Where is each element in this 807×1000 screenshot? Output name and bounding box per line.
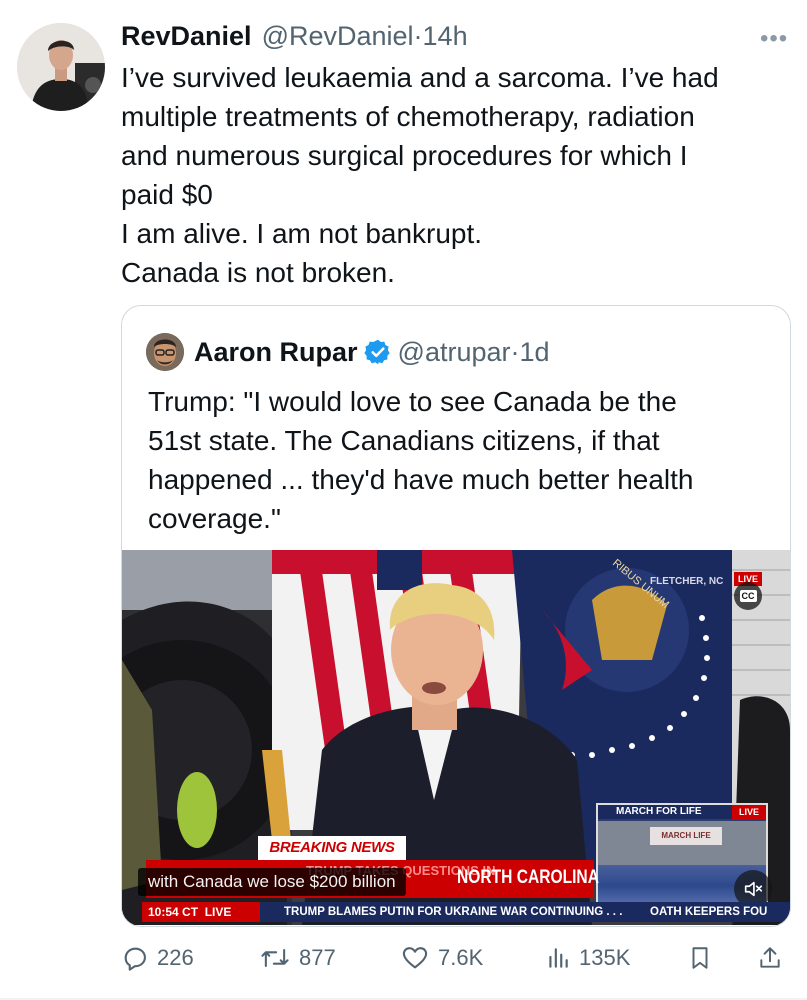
tweet-header: RevDaniel @RevDaniel·14h <box>121 18 468 54</box>
quoted-text-line: 51st state. The Canadians citizens, if t… <box>148 425 660 456</box>
author-handle[interactable]: @RevDaniel·14h <box>262 21 468 52</box>
share-button[interactable] <box>757 938 791 978</box>
quoted-tweet-header: Aaron Rupar @atrupar·1d <box>146 332 550 372</box>
reply-icon <box>124 947 146 971</box>
pip-live-badge: LIVE <box>732 805 766 819</box>
breaking-news-label: BREAKING NEWS <box>258 836 406 860</box>
repost-count: 877 <box>299 945 336 970</box>
share-icon <box>760 947 780 968</box>
tweet: RevDaniel @RevDaniel·14h ••• I’ve surviv… <box>0 0 807 1000</box>
quoted-text-line: Trump: "I would love to see Canada be th… <box>148 386 677 417</box>
tweet-actions: 226 877 7.6K 135K <box>121 938 791 978</box>
bar-chart-icon <box>549 948 568 968</box>
author-avatar[interactable] <box>17 23 105 111</box>
heart-icon <box>402 947 428 969</box>
cc-icon: CC <box>739 590 757 602</box>
like-button[interactable]: 7.6K <box>400 938 483 978</box>
views-button[interactable]: 135K <box>545 938 630 978</box>
tweet-text-line: I am alive. I am not bankrupt. <box>121 218 483 249</box>
tweet-text: I’ve survived leukaemia and a sarcoma. I… <box>121 58 791 292</box>
quoted-text-line: happened ... they'd have much better hea… <box>148 464 694 495</box>
tweet-text-line: I’ve survived leukaemia and a sarcoma. I… <box>121 62 719 93</box>
time-live-label: 10:54 CT LIVE <box>142 902 260 922</box>
closed-captions-button[interactable]: CC <box>734 582 762 610</box>
bookmark-icon <box>692 947 708 969</box>
speaker-mute-icon <box>744 881 763 897</box>
ticker-right-text: OATH KEEPERS FOU <box>650 906 768 918</box>
ticker-bar: 10:54 CT LIVE TRUMP BLAMES PUTIN FOR UKR… <box>142 902 790 922</box>
view-count: 135K <box>579 945 631 970</box>
repost-icon <box>261 948 289 968</box>
headline-main: NORTH CAROLINA <box>457 867 599 888</box>
video-player[interactable]: RIBUS UNUM FLETCHER, NC LIVE CC MARCH FO… <box>122 550 790 925</box>
quoted-tweet[interactable]: Aaron Rupar @atrupar·1d Trump: "I would … <box>121 305 791 927</box>
pip-sign: MARCH LIFE <box>650 827 722 845</box>
like-count: 7.6K <box>438 945 484 970</box>
more-options-icon[interactable]: ••• <box>760 25 788 53</box>
ticker-text: TRUMP BLAMES PUTIN FOR UKRAINE WAR CONTI… <box>284 906 623 918</box>
quoted-author-avatar[interactable] <box>146 333 184 371</box>
quoted-time: 1d <box>519 336 550 367</box>
tweet-time[interactable]: 14h <box>423 21 468 51</box>
quoted-author-name[interactable]: Aaron Rupar <box>194 337 358 368</box>
tweet-text-line: multiple treatments of chemotherapy, rad… <box>121 101 695 132</box>
quoted-text-line: coverage." <box>148 503 281 534</box>
pip-label: MARCH FOR LIFE <box>598 805 746 819</box>
author-name[interactable]: RevDaniel <box>121 21 252 52</box>
repost-button[interactable]: 877 <box>259 938 336 978</box>
video-caption: with Canada we lose $200 billion <box>138 868 406 896</box>
quoted-tweet-text: Trump: "I would love to see Canada be th… <box>148 382 768 538</box>
bookmark-button[interactable] <box>687 938 721 978</box>
reply-button[interactable]: 226 <box>121 938 194 978</box>
reply-count: 226 <box>157 945 194 970</box>
tweet-text-line: Canada is not broken. <box>121 257 395 288</box>
location-tag: FLETCHER, NC <box>650 576 724 587</box>
tweet-text-line: and numerous surgical procedures for whi… <box>121 140 688 171</box>
quoted-author-handle[interactable]: @atrupar·1d <box>398 337 550 368</box>
tweet-text-line: paid $0 <box>121 179 213 210</box>
verified-badge-icon <box>363 339 390 365</box>
